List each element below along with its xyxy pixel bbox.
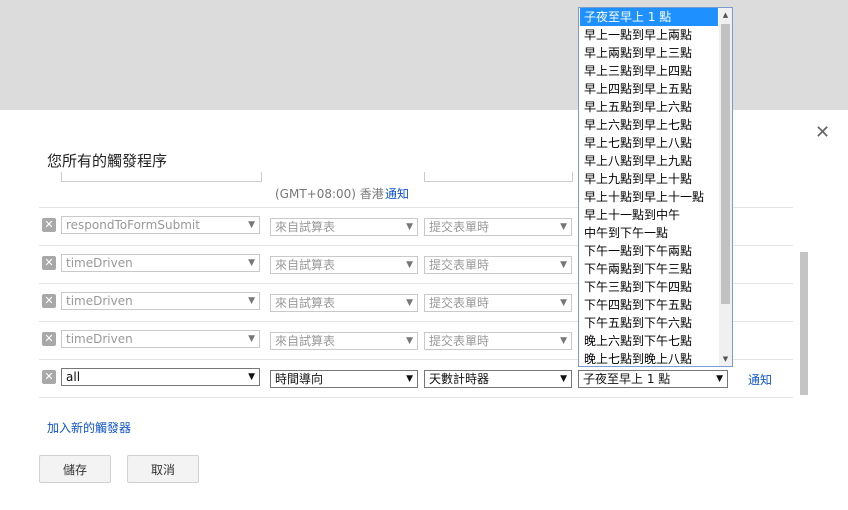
event-type-select[interactable]: 提交表單時 ▼ (424, 294, 572, 312)
event-type-select[interactable]: 提交表單時 ▼ (424, 332, 572, 350)
event-type-select[interactable]: 天數計時器 ▼ (424, 370, 572, 388)
dropdown-option[interactable]: 下午三點到下午四點 (580, 278, 718, 296)
dropdown-option[interactable]: 早上兩點到早上三點 (580, 44, 718, 62)
dropdown-option[interactable]: 下午四點到下午五點 (580, 296, 718, 314)
delete-icon[interactable]: ✕ (42, 294, 56, 308)
dropdown-option[interactable]: 早上八點到早上九點 (580, 152, 718, 170)
function-select[interactable]: timeDriven ▼ (61, 292, 260, 310)
event-source-value: 來自試算表 (275, 220, 336, 234)
dropdown-scroll-thumb[interactable] (721, 24, 730, 304)
dropdown-scrollbar[interactable]: ▲ ▼ (719, 8, 732, 366)
scroll-up-icon[interactable]: ▲ (719, 8, 732, 22)
event-type-value: 提交表單時 (429, 220, 490, 234)
dropdown-option[interactable]: 子夜至早上 1 點 (580, 8, 718, 26)
row-divider (39, 397, 793, 398)
function-select[interactable]: timeDriven ▼ (61, 254, 260, 272)
partial-function-select (61, 172, 262, 182)
dropdown-option[interactable]: 晚上七點到晚上八點 (580, 350, 718, 366)
dropdown-option[interactable]: 下午兩點到下午三點 (580, 260, 718, 278)
dropdown-option[interactable]: 早上四點到早上五點 (580, 80, 718, 98)
timezone-label: (GMT+08:00) 香港 (275, 187, 384, 201)
dialog-title: 您所有的觸發程序 (47, 152, 168, 170)
event-source-select[interactable]: 來自試算表 ▼ (270, 332, 418, 350)
chevron-down-icon: ▼ (406, 374, 413, 384)
dropdown-option[interactable]: 早上十一點到中午 (580, 206, 718, 224)
dropdown-option[interactable]: 早上七點到早上八點 (580, 134, 718, 152)
function-select-value: timeDriven (66, 294, 133, 308)
event-type-value: 天數計時器 (429, 372, 490, 386)
dropdown-option[interactable]: 早上三點到早上四點 (580, 62, 718, 80)
partial-event-select (424, 172, 573, 182)
function-select[interactable]: timeDriven ▼ (61, 330, 260, 348)
chevron-down-icon: ▼ (406, 298, 413, 308)
event-type-value: 提交表單時 (429, 334, 490, 348)
delete-icon[interactable]: ✕ (42, 370, 56, 384)
chevron-down-icon: ▼ (248, 372, 255, 382)
event-type-select[interactable]: 提交表單時 ▼ (424, 218, 572, 236)
time-dropdown-list[interactable]: 子夜至早上 1 點 早上一點到早上兩點 早上兩點到早上三點 早上三點到早上四點 … (578, 7, 733, 367)
chevron-down-icon: ▼ (560, 222, 567, 232)
time-of-day-select[interactable]: 子夜至早上 1 點 ▼ (578, 370, 728, 388)
timezone-notify-link[interactable]: 通知 (385, 185, 409, 202)
dropdown-option[interactable]: 早上九點到早上十點 (580, 170, 718, 188)
event-source-value: 來自試算表 (275, 296, 336, 310)
time-of-day-value: 子夜至早上 1 點 (583, 372, 671, 386)
scroll-down-icon[interactable]: ▼ (719, 352, 732, 366)
chevron-down-icon: ▼ (716, 374, 723, 384)
function-select[interactable]: all ▼ (61, 368, 260, 386)
function-select-value: all (66, 370, 81, 384)
chevron-down-icon: ▼ (248, 220, 255, 230)
chevron-down-icon: ▼ (248, 334, 255, 344)
chevron-down-icon: ▼ (406, 336, 413, 346)
dropdown-option[interactable]: 早上十點到早上十一點 (580, 188, 718, 206)
chevron-down-icon: ▼ (406, 222, 413, 232)
close-icon[interactable]: ✕ (815, 124, 830, 142)
dropdown-option[interactable]: 下午五點到下午六點 (580, 314, 718, 332)
event-source-value: 來自試算表 (275, 334, 336, 348)
event-source-select[interactable]: 來自試算表 ▼ (270, 256, 418, 274)
event-source-select[interactable]: 來自試算表 ▼ (270, 218, 418, 236)
notify-link[interactable]: 通知 (748, 371, 772, 388)
dropdown-option[interactable]: 下午一點到下午兩點 (580, 242, 718, 260)
delete-icon[interactable]: ✕ (42, 332, 56, 346)
dropdown-option[interactable]: 早上六點到早上七點 (580, 116, 718, 134)
dropdown-option[interactable]: 早上一點到早上兩點 (580, 26, 718, 44)
delete-icon[interactable]: ✕ (42, 218, 56, 232)
chevron-down-icon: ▼ (560, 336, 567, 346)
function-select-value: respondToFormSubmit (66, 218, 200, 232)
save-button[interactable]: 儲存 (39, 455, 111, 483)
event-type-select[interactable]: 提交表單時 ▼ (424, 256, 572, 274)
chevron-down-icon: ▼ (560, 260, 567, 270)
dropdown-option[interactable]: 早上五點到早上六點 (580, 98, 718, 116)
chevron-down-icon: ▼ (248, 258, 255, 268)
function-select-value: timeDriven (66, 256, 133, 270)
chevron-down-icon: ▼ (560, 298, 567, 308)
event-source-value: 來自試算表 (275, 258, 336, 272)
dropdown-option[interactable]: 中午到下午一點 (580, 224, 718, 242)
event-type-value: 提交表單時 (429, 258, 490, 272)
dialog-scrollbar[interactable] (800, 252, 808, 395)
event-source-select[interactable]: 來自試算表 ▼ (270, 294, 418, 312)
event-source-select[interactable]: 時間導向 ▼ (270, 370, 418, 388)
event-type-value: 提交表單時 (429, 296, 490, 310)
delete-icon[interactable]: ✕ (42, 256, 56, 270)
add-trigger-link[interactable]: 加入新的觸發器 (47, 419, 131, 436)
cancel-button[interactable]: 取消 (127, 455, 199, 483)
function-select-value: timeDriven (66, 332, 133, 346)
chevron-down-icon: ▼ (560, 374, 567, 384)
function-select[interactable]: respondToFormSubmit ▼ (61, 216, 260, 234)
dropdown-option[interactable]: 晚上六點到下午七點 (580, 332, 718, 350)
event-source-value: 時間導向 (275, 372, 324, 386)
chevron-down-icon: ▼ (406, 260, 413, 270)
chevron-down-icon: ▼ (248, 296, 255, 306)
